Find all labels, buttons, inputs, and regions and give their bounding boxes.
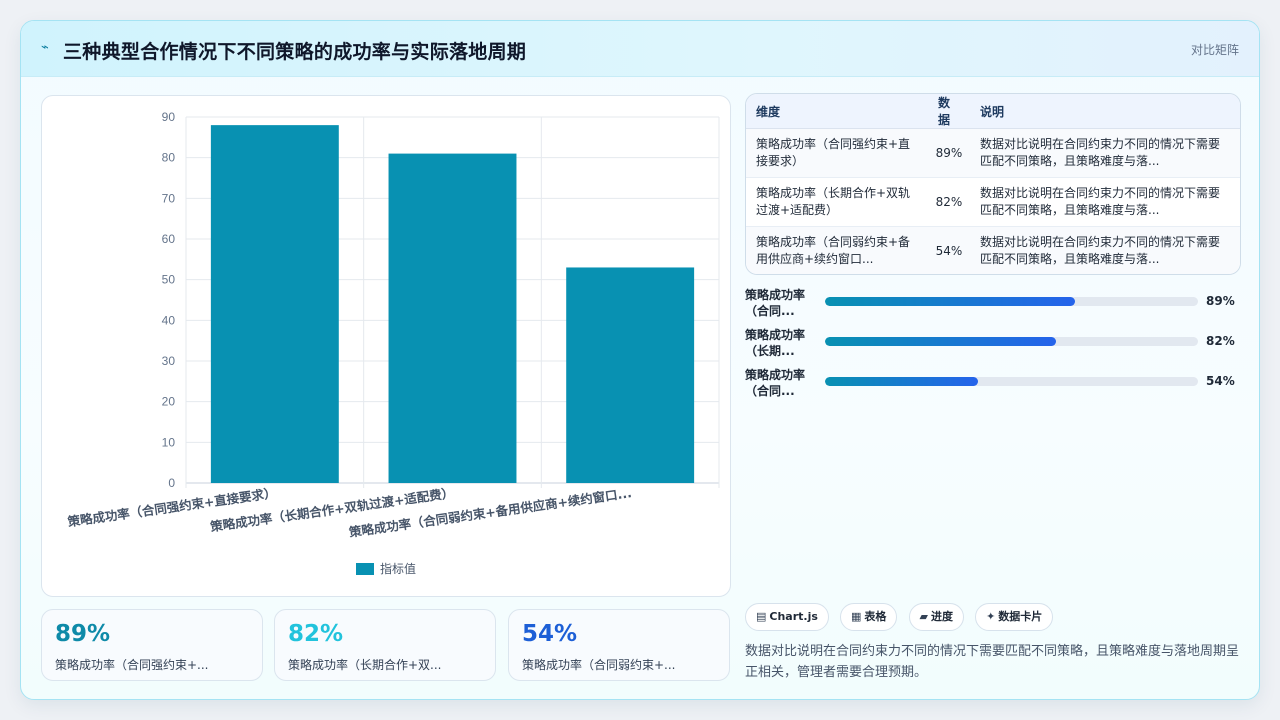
progress-fill <box>825 337 1057 346</box>
progress-track <box>825 297 1198 306</box>
header: ⌁ 三种典型合作情况下不同策略的成功率与实际落地周期 对比矩阵 <box>21 21 1259 77</box>
y-tick-label: 0 <box>168 476 175 490</box>
column-header-dimension: 维度 <box>746 94 928 129</box>
data-table-panel: 维度 数据 说明 策略成功率（合同强约束+直接要求） 89% 数据对比说明在合同… <box>745 93 1241 275</box>
main-card: ⌁ 三种典型合作情况下不同策略的成功率与实际落地周期 对比矩阵 0 10 20 30 4… <box>20 20 1260 700</box>
chip-label: 进度 <box>930 610 953 623</box>
progress-row-3: 策略成功率（合同... 54% <box>745 367 1241 398</box>
chip-label: 数据卡片 <box>998 610 1043 623</box>
chip-table[interactable]: ▦ 表格 <box>840 603 898 631</box>
y-tick-label: 70 <box>162 191 176 205</box>
page-title: 三种典型合作情况下不同策略的成功率与实际落地周期 <box>63 41 527 63</box>
table-header-row: 维度 数据 说明 <box>746 94 1240 129</box>
kpi-label: 策略成功率（合同弱约束+... <box>522 658 676 672</box>
chip-data-card[interactable]: ✦ 数据卡片 <box>975 603 1054 631</box>
trend-icon: ⌁ <box>41 40 49 55</box>
progress-track <box>825 377 1198 386</box>
y-tick-label: 60 <box>162 232 176 246</box>
cell-dimension: 策略成功率（合同强约束+直接要求） <box>746 128 928 178</box>
table-row: 策略成功率（合同强约束+直接要求） 89% 数据对比说明在合同约束力不同的情况下… <box>746 128 1240 178</box>
view-tag: 对比矩阵 <box>1190 43 1239 57</box>
y-tick-label: 20 <box>162 395 176 409</box>
legend-swatch <box>356 563 374 575</box>
kpi-label: 策略成功率（长期合作+双... <box>288 658 442 672</box>
kpi-card-1: 89% 策略成功率（合同强约束+... <box>41 609 263 681</box>
kpi-label: 策略成功率（合同强约束+... <box>55 658 209 672</box>
summary-text: 数据对比说明在合同约束力不同的情况下需要匹配不同策略，且策略难度与落地周期呈正相… <box>745 644 1240 680</box>
bar <box>566 267 695 483</box>
chip-label: 表格 <box>864 610 887 623</box>
table-row: 策略成功率（合同弱约束+备用供应商+续约窗口... 54% 数据对比说明在合同约… <box>746 226 1240 274</box>
progress-fill <box>825 377 978 386</box>
progress-row-1: 策略成功率（合同... 89% <box>745 287 1241 318</box>
cell-dimension: 策略成功率（合同弱约束+备用供应商+续约窗口... <box>746 226 928 274</box>
kpi-value: 82% <box>288 621 344 647</box>
sparkle-icon: ✦ <box>986 610 996 623</box>
cell-data: 54% <box>928 226 970 274</box>
progress-label: 策略成功率（长期... <box>745 328 806 358</box>
y-tick-label: 10 <box>162 435 176 449</box>
chip-progress[interactable]: ▰ 进度 <box>908 603 964 631</box>
y-tick-label: 80 <box>162 151 176 165</box>
chart-icon: ▤ <box>756 610 767 623</box>
chip-chartjs[interactable]: ▤ Chart.js <box>745 603 829 631</box>
cell-note: 数据对比说明在合同约束力不同的情况下需要匹配不同策略，且策略难度与落... <box>970 226 1240 274</box>
cell-note: 数据对比说明在合同约束力不同的情况下需要匹配不同策略，且策略难度与落... <box>970 128 1240 178</box>
kpi-value: 89% <box>55 621 111 647</box>
chip-label: Chart.js <box>769 610 818 623</box>
cell-dimension: 策略成功率（长期合作+双轨过渡+适配费） <box>746 177 928 227</box>
progress-track <box>825 337 1198 346</box>
progress-fill <box>825 297 1075 306</box>
view-chips: ▤ Chart.js ▦ 表格 ▰ 进度 ✦ 数据卡片 <box>745 603 1059 631</box>
y-tick-label: 50 <box>162 273 176 287</box>
data-table: 维度 数据 说明 策略成功率（合同强约束+直接要求） 89% 数据对比说明在合同… <box>746 94 1240 274</box>
progress-value: 54% <box>1206 374 1235 388</box>
cell-note: 数据对比说明在合同约束力不同的情况下需要匹配不同策略，且策略难度与落... <box>970 177 1240 227</box>
cell-data: 89% <box>928 128 970 178</box>
y-tick-label: 30 <box>162 354 176 368</box>
y-tick-label: 40 <box>162 313 176 327</box>
column-header-note: 说明 <box>970 94 1240 129</box>
progress-value: 82% <box>1206 334 1235 348</box>
bar <box>210 125 339 483</box>
table-row: 策略成功率（长期合作+双轨过渡+适配费） 82% 数据对比说明在合同约束力不同的… <box>746 177 1240 227</box>
progress-label: 策略成功率（合同... <box>745 288 806 318</box>
column-header-data: 数据 <box>928 94 970 129</box>
bar-chart: 0102030405060708090策略成功率（合同强约束+直接要求）策略成功… <box>67 110 720 576</box>
legend-label: 指标值 <box>380 561 416 576</box>
y-tick-label: 90 <box>162 110 176 124</box>
kpi-card-2: 82% 策略成功率（长期合作+双... <box>274 609 496 681</box>
progress-label: 策略成功率（合同... <box>745 368 806 398</box>
bar <box>388 153 517 483</box>
progress-row-2: 策略成功率（长期... 82% <box>745 327 1241 358</box>
progress-icon: ▰ <box>919 610 928 623</box>
cell-data: 82% <box>928 177 970 227</box>
progress-value: 89% <box>1206 294 1235 308</box>
table-icon: ▦ <box>851 610 862 623</box>
kpi-value: 54% <box>522 621 578 647</box>
bar-chart-panel: 0 10 20 30 40 50 60 70 80 90 策略成功率（合同强约束+直接要求） 策略成功… <box>41 95 731 597</box>
kpi-card-3: 54% 策略成功率（合同弱约束+... <box>508 609 730 681</box>
